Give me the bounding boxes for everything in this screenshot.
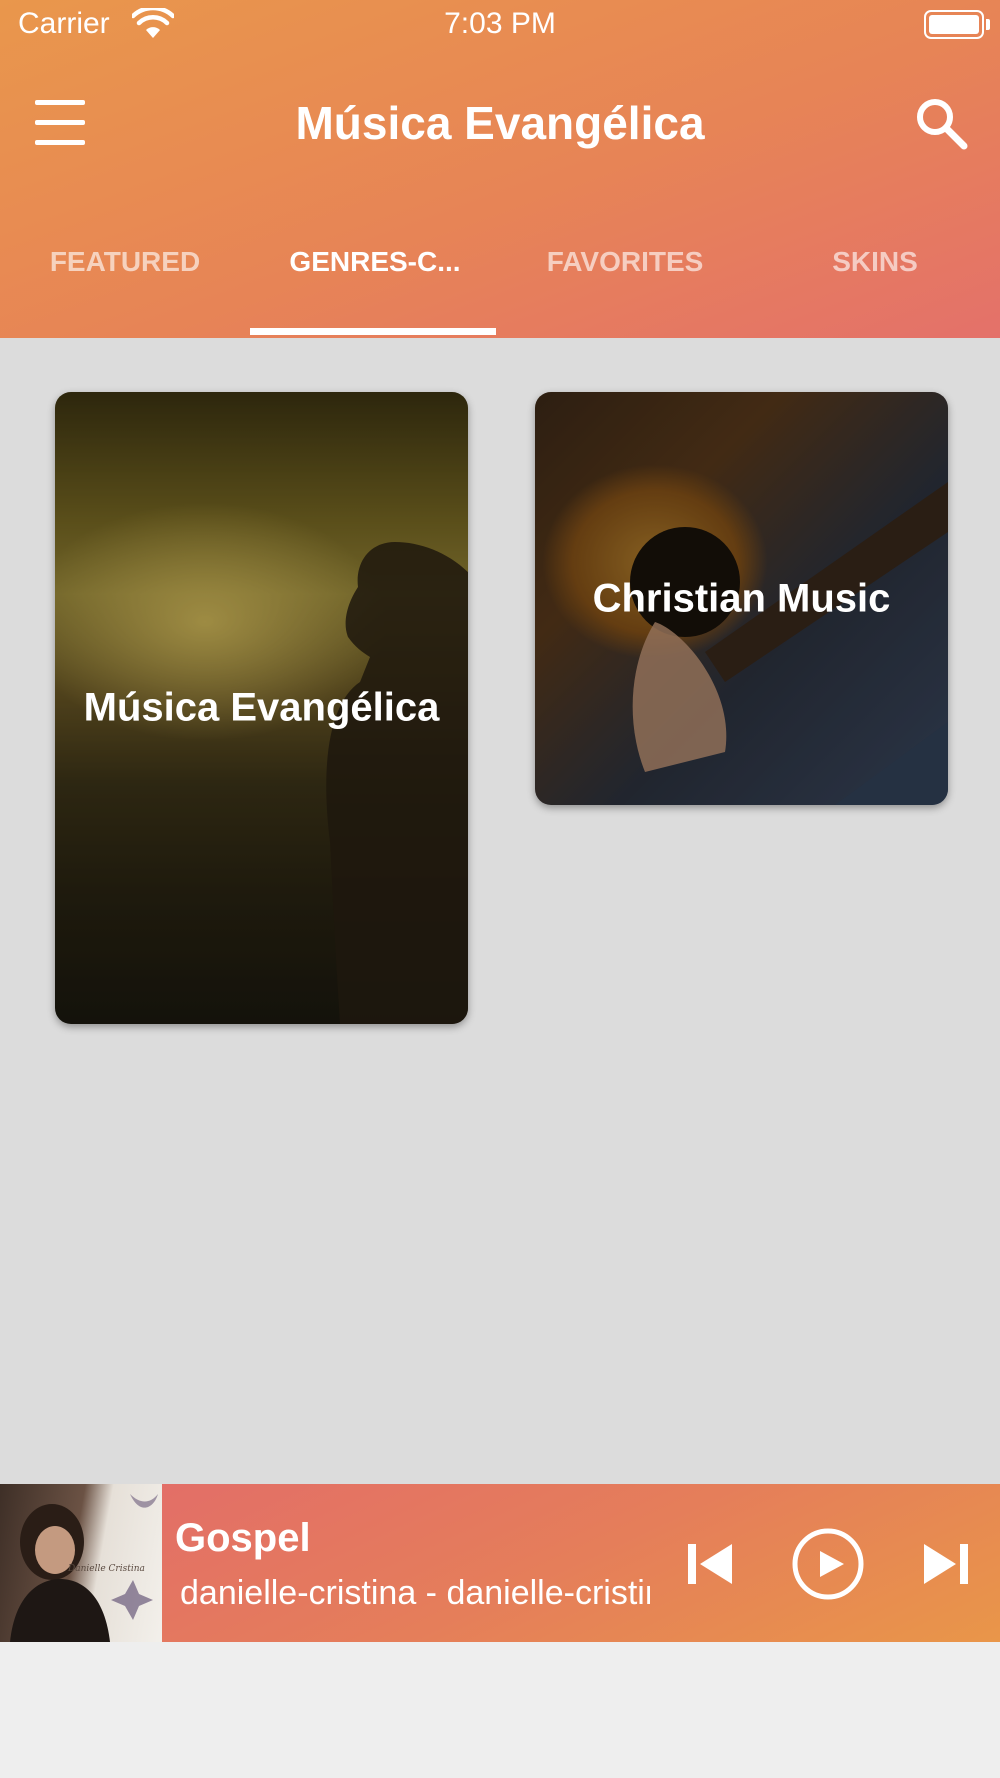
track-title: Gospel xyxy=(175,1516,311,1560)
track-subtitle: danielle-cristina - danielle-cristina xyxy=(180,1574,650,1612)
play-icon[interactable] xyxy=(790,1526,866,1602)
genres-grid: Música Evangélica Christian Music xyxy=(0,338,1000,1484)
tab-skins[interactable]: SKINS xyxy=(750,236,1000,298)
page-title: Música Evangélica xyxy=(295,97,705,149)
album-art-text: Danielle Cristina xyxy=(68,1564,145,1574)
tab-featured[interactable]: FEATURED xyxy=(0,236,250,298)
tab-favorites[interactable]: FAVORITES xyxy=(500,236,750,298)
tab-bar: FEATURED GENRES-C... FAVORITES SKINS xyxy=(0,236,1000,298)
bottom-safe-area xyxy=(0,1642,1000,1778)
genre-card-christian-music[interactable]: Christian Music xyxy=(535,392,948,805)
tab-genres[interactable]: GENRES-C... xyxy=(250,236,500,298)
album-art[interactable]: Danielle Cristina xyxy=(0,1484,162,1642)
genre-card-musica-evangelica[interactable]: Música Evangélica xyxy=(55,392,468,1024)
skip-next-icon[interactable] xyxy=(918,1536,974,1592)
battery-tip xyxy=(986,19,990,30)
app-header: Carrier 7:03 PM Música Evangélica FEATUR… xyxy=(0,0,1000,338)
skip-previous-icon[interactable] xyxy=(682,1536,738,1592)
genre-card-title: Christian Music xyxy=(592,575,891,620)
genre-card-title: Música Evangélica xyxy=(83,685,440,730)
mini-player[interactable]: Danielle Cristina Gospel danielle-cristi… xyxy=(0,1484,1000,1642)
battery-icon xyxy=(924,10,984,39)
search-icon[interactable] xyxy=(912,94,970,152)
status-time: 7:03 PM xyxy=(444,7,556,40)
status-bar: Carrier 7:03 PM xyxy=(0,0,1000,50)
active-tab-indicator xyxy=(250,328,496,335)
